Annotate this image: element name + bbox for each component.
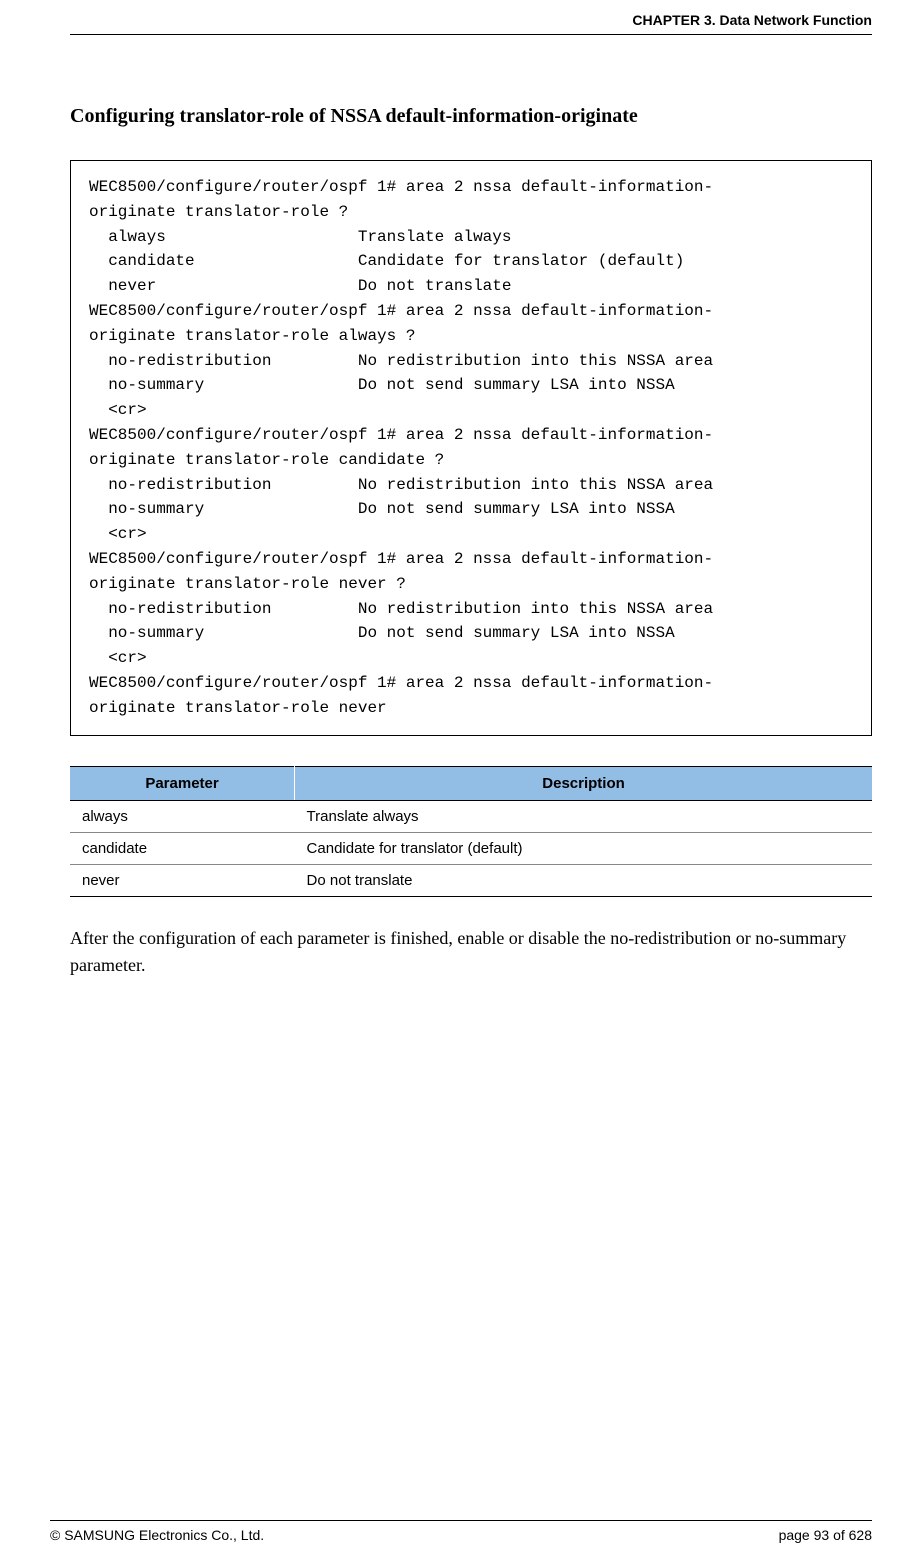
table-row: never Do not translate (70, 864, 872, 896)
body-paragraph: After the configuration of each paramete… (70, 925, 872, 981)
table-cell-description: Candidate for translator (default) (295, 832, 872, 864)
footer-copyright: © SAMSUNG Electronics Co., Ltd. (50, 1527, 264, 1543)
section-title: Configuring translator-role of NSSA defa… (70, 105, 872, 128)
table-cell-parameter: never (70, 864, 295, 896)
parameter-table: Parameter Description always Translate a… (70, 766, 872, 897)
cli-code-block: WEC8500/configure/router/ospf 1# area 2 … (70, 160, 872, 736)
page-footer: © SAMSUNG Electronics Co., Ltd. page 93 … (50, 1520, 872, 1543)
table-header-description: Description (295, 766, 872, 800)
chapter-title: CHAPTER 3. Data Network Function (632, 12, 872, 28)
page-container: CHAPTER 3. Data Network Function Configu… (0, 0, 922, 1565)
page-header: CHAPTER 3. Data Network Function (70, 12, 872, 35)
table-cell-description: Do not translate (295, 864, 872, 896)
table-cell-description: Translate always (295, 800, 872, 832)
table-header-row: Parameter Description (70, 766, 872, 800)
table-cell-parameter: always (70, 800, 295, 832)
table-row: always Translate always (70, 800, 872, 832)
table-cell-parameter: candidate (70, 832, 295, 864)
table-row: candidate Candidate for translator (defa… (70, 832, 872, 864)
table-header-parameter: Parameter (70, 766, 295, 800)
footer-page-number: page 93 of 628 (779, 1527, 872, 1543)
